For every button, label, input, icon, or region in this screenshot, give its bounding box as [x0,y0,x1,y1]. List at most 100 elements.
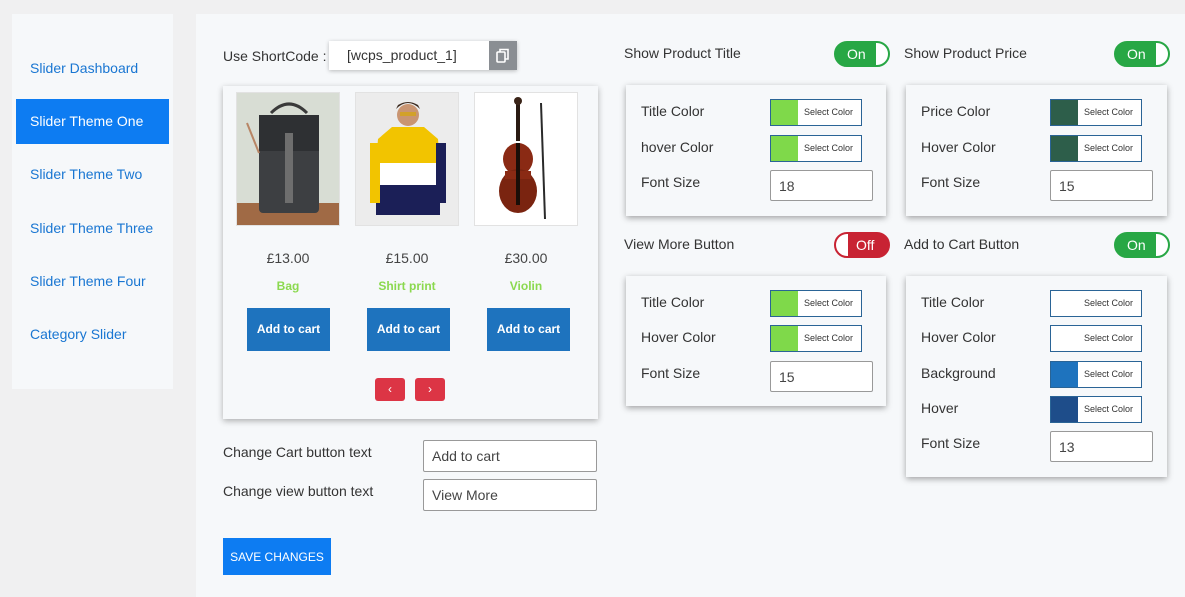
add-to-cart-button-label: Add to Cart Button [904,236,1020,252]
hover-label: Hover [921,400,959,416]
save-changes-button[interactable]: SAVE CHANGES [223,538,331,575]
toggle-knob [1156,234,1168,256]
font-size-input[interactable] [770,361,873,392]
hover-color-label: Hover Color [641,329,716,345]
add-to-cart-button[interactable]: Add to cart [487,308,570,351]
hover-color-picker[interactable]: Select Color [770,325,862,352]
select-color-text: Select Color [804,143,854,153]
color-swatch [1051,100,1078,125]
toggle-state: On [1127,46,1146,62]
show-product-title-toggle[interactable]: On [834,41,890,67]
title-color-label: Title Color [921,294,985,310]
price-color-label: Price Color [921,103,991,119]
view-more-card: Title Color Select Color Hover Color Sel… [626,276,886,406]
toggle-knob [876,43,888,65]
slider-preview: £13.00 £15.00 £30.00 Bag Shirt print Vio… [223,86,598,419]
select-color-text: Select Color [1084,143,1134,153]
product-name[interactable]: Shirt print [355,279,459,293]
select-color-text: Select Color [804,298,854,308]
sidebar-item-slider-theme-one[interactable]: Slider Theme One [16,99,169,144]
product-price: £13.00 [266,250,310,266]
toggle-knob [1156,43,1168,65]
sidebar-item-category-slider[interactable]: Category Slider [16,312,169,357]
view-text-label: Change view button text [223,483,374,499]
show-product-title-label: Show Product Title [624,45,741,61]
title-color-picker[interactable]: Select Color [770,290,862,317]
cart-text-input[interactable] [423,440,597,472]
font-size-label: Font Size [921,435,981,451]
color-swatch [771,291,798,316]
show-product-price-toggle[interactable]: On [1114,41,1170,67]
sidebar-item-slider-theme-two[interactable]: Slider Theme Two [16,152,169,197]
product-name[interactable]: Violin [474,279,578,293]
shortcode-value[interactable]: [wcps_product_1] [347,41,457,70]
product-image-bag [236,92,340,226]
background-color-picker[interactable]: Select Color [1050,361,1142,388]
color-swatch [1051,291,1078,316]
sidebar-item-slider-theme-four[interactable]: Slider Theme Four [16,259,169,304]
hover-color-label: hover Color [641,139,714,155]
select-color-text: Select Color [1084,404,1134,414]
prev-arrow-button[interactable]: ‹ [375,378,405,401]
font-size-label: Font Size [921,174,981,190]
product-price: £30.00 [504,250,548,266]
select-color-text: Select Color [1084,298,1134,308]
hover-color-label: Hover Color [921,139,996,155]
add-to-cart-button[interactable]: Add to cart [367,308,450,351]
product-name[interactable]: Bag [236,279,340,293]
view-more-button-label: View More Button [624,236,735,252]
sidebar-item-slider-dashboard[interactable]: Slider Dashboard [16,46,169,91]
background-label: Background [921,365,996,381]
title-color-picker[interactable]: Select Color [1050,290,1142,317]
toggle-state: Off [856,237,875,253]
add-to-cart-card: Title Color Select Color Hover Color Sel… [906,276,1167,477]
add-to-cart-button[interactable]: Add to cart [247,308,330,351]
toggle-state: On [1127,237,1146,253]
show-product-price-label: Show Product Price [904,45,1027,61]
toggle-knob [836,234,848,256]
shortcode-label: Use ShortCode : [223,48,327,64]
view-more-button-toggle[interactable]: Off [834,232,890,258]
product-image-shirt-print [355,92,459,226]
color-swatch [1051,326,1078,351]
main-panel: Use ShortCode : [wcps_product_1] £13.00 … [196,14,1185,597]
hover-color-picker[interactable]: Select Color [770,135,862,162]
view-text-input[interactable] [423,479,597,511]
shortcode-box: [wcps_product_1] [329,41,517,70]
select-color-text: Select Color [1084,107,1134,117]
hover-color-label: Hover Color [921,329,996,345]
hover-background-picker[interactable]: Select Color [1050,396,1142,423]
title-color-label: Title Color [641,103,705,119]
color-swatch [771,136,798,161]
title-color-label: Title Color [641,294,705,310]
select-color-text: Select Color [1084,369,1134,379]
cart-text-label: Change Cart button text [223,444,372,460]
next-arrow-button[interactable]: › [415,378,445,401]
sidebar: Slider Dashboard Slider Theme One Slider… [12,14,173,389]
product-title-card: Title Color Select Color hover Color Sel… [626,85,886,216]
color-swatch [771,100,798,125]
font-size-input[interactable] [1050,170,1153,201]
product-price-card: Price Color Select Color Hover Color Sel… [906,85,1167,216]
toggle-state: On [847,46,866,62]
price-color-picker[interactable]: Select Color [1050,99,1142,126]
font-size-input[interactable] [770,170,873,201]
product-image-violin [474,92,578,226]
sidebar-item-slider-theme-three[interactable]: Slider Theme Three [16,206,169,251]
select-color-text: Select Color [804,333,854,343]
title-color-picker[interactable]: Select Color [770,99,862,126]
font-size-input[interactable] [1050,431,1153,462]
font-size-label: Font Size [641,365,701,381]
color-swatch [1051,136,1078,161]
add-to-cart-button-toggle[interactable]: On [1114,232,1170,258]
hover-color-picker[interactable]: Select Color [1050,135,1142,162]
font-size-label: Font Size [641,174,701,190]
select-color-text: Select Color [1084,333,1134,343]
color-swatch [771,326,798,351]
color-swatch [1051,362,1078,387]
product-price: £15.00 [385,250,429,266]
hover-color-picker[interactable]: Select Color [1050,325,1142,352]
copy-icon[interactable] [489,41,517,70]
select-color-text: Select Color [804,107,854,117]
color-swatch [1051,397,1078,422]
